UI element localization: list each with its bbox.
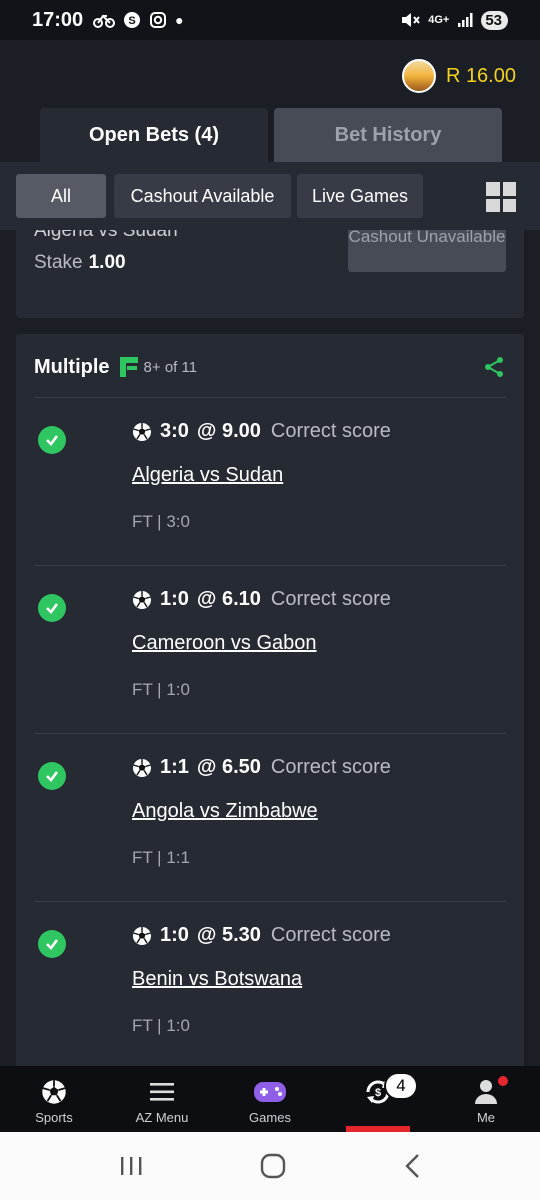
leg-match-link[interactable]: Angola vs Zimbabwe: [132, 800, 318, 823]
instagram-icon: [150, 12, 167, 28]
share-icon[interactable]: [482, 355, 506, 379]
soccer-ball-icon: [133, 422, 151, 441]
status-bar: 17:00 S ● 4G+ 53: [0, 0, 540, 40]
mute-icon: [402, 13, 420, 27]
status-time: 17:00: [32, 8, 84, 31]
leg-result: FT | 3:0: [132, 512, 190, 531]
flexi-icon: [119, 357, 138, 377]
balance-widget[interactable]: R 16.00: [401, 59, 516, 93]
bet-card[interactable]: Algeria vs Sudan Stake 1.00 Cashout Unava…: [16, 230, 524, 318]
leg-selection: 1:0 @ 6.10 Correct score: [132, 588, 391, 611]
bet-stake: Stake 1.00: [34, 252, 126, 273]
menu-icon: [150, 1083, 174, 1101]
multiple-title: Multiple: [34, 355, 110, 378]
nav-me[interactable]: Me: [432, 1066, 540, 1132]
filter-cashout-available[interactable]: Cashout Available: [114, 174, 291, 218]
soccer-ball-icon: [133, 926, 151, 945]
user-icon: [475, 1080, 497, 1104]
cashout-button[interactable]: Cashout Unavailable: [348, 230, 506, 272]
balance-amount: R 16.00: [445, 64, 516, 87]
soccer-ball-icon: [42, 1080, 66, 1104]
tab-bet-history[interactable]: Bet History: [274, 108, 502, 162]
system-status-icons: 4G+ 53: [400, 10, 508, 30]
won-check-icon: [38, 762, 66, 790]
leg-result: FT | 1:1: [132, 848, 190, 867]
nav-open-bets[interactable]: $ 4: [324, 1066, 432, 1132]
multiple-header: Multiple 8+ of 11: [34, 352, 506, 382]
battery-indicator: 53: [481, 10, 508, 30]
bottom-nav: Sports AZ Menu Games $ 4 Me: [0, 1066, 540, 1132]
network-label: 4G+: [428, 14, 450, 26]
bike-icon: [93, 14, 116, 28]
notification-dot: [498, 1076, 508, 1086]
soccer-ball-icon: [133, 590, 151, 609]
leg-result: FT | 1:0: [132, 680, 190, 699]
svg-text:S: S: [128, 15, 135, 27]
home-icon[interactable]: [260, 1153, 286, 1179]
leg-match-link[interactable]: Benin vs Botswana: [132, 968, 302, 991]
svg-text:$: $: [375, 1087, 381, 1099]
nav-sports[interactable]: Sports: [0, 1066, 108, 1132]
bet-match: Algeria vs Sudan: [34, 230, 178, 241]
back-icon[interactable]: [403, 1153, 421, 1179]
grid-view-icon[interactable]: [486, 182, 516, 212]
bet-leg[interactable]: 1:1 @ 6.50 Correct score Angola vs Zimba…: [16, 734, 524, 902]
stake-value: 1.00: [88, 252, 126, 273]
recent-apps-icon[interactable]: [119, 1155, 143, 1177]
bets-list[interactable]: Algeria vs Sudan Stake 1.00 Cashout Unava…: [0, 230, 540, 1066]
soccer-ball-icon: [133, 758, 151, 777]
avatar[interactable]: [401, 59, 436, 93]
filter-bar: All Cashout Available Live Games: [0, 162, 540, 230]
notification-icons: S ●: [93, 11, 184, 29]
bet-leg[interactable]: 1:0 @ 6.10 Correct score Cameroon vs Gab…: [16, 566, 524, 734]
app-header: R 16.00: [0, 40, 540, 108]
won-check-icon: [38, 426, 66, 454]
bet-leg[interactable]: 3:0 @ 9.00 Correct score Algeria vs Suda…: [16, 398, 524, 566]
won-check-icon: [38, 930, 66, 958]
app-s-icon: S: [124, 12, 141, 28]
flexi-text: 8+ of 11: [143, 358, 198, 376]
nav-games[interactable]: Games: [216, 1066, 324, 1132]
filter-live-games[interactable]: Live Games: [297, 174, 423, 218]
gamepad-icon: [254, 1082, 286, 1102]
filter-all[interactable]: All: [16, 174, 106, 218]
leg-selection: 1:1 @ 6.50 Correct score: [132, 756, 391, 779]
tab-open-bets[interactable]: Open Bets (4): [40, 108, 268, 162]
dot-icon: ●: [175, 12, 184, 28]
nav-az-menu[interactable]: AZ Menu: [108, 1066, 216, 1132]
system-nav-bar: [0, 1132, 540, 1200]
signal-icon: [458, 13, 473, 27]
leg-selection: 3:0 @ 9.00 Correct score: [132, 420, 391, 443]
open-bets-count-badge: 4: [384, 1072, 418, 1100]
won-check-icon: [38, 594, 66, 622]
multiple-bet-card[interactable]: Multiple 8+ of 11 3:0 @ 9.00 Correct sco…: [16, 334, 524, 1066]
bets-tabs: Open Bets (4) Bet History: [40, 108, 502, 162]
leg-result: FT | 1:0: [132, 1016, 190, 1035]
leg-match-link[interactable]: Algeria vs Sudan: [132, 464, 283, 487]
leg-match-link[interactable]: Cameroon vs Gabon: [132, 632, 317, 655]
leg-selection: 1:0 @ 5.30 Correct score: [132, 924, 391, 947]
bet-leg[interactable]: 1:0 @ 5.30 Correct score Benin vs Botswa…: [16, 902, 524, 1066]
